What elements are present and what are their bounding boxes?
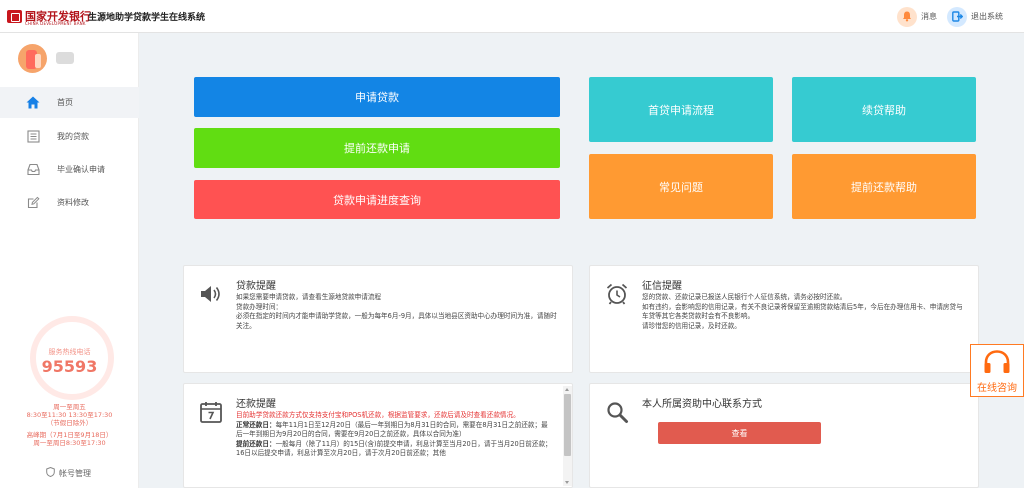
speaker-icon <box>199 282 223 306</box>
card-badge-icon <box>56 52 74 64</box>
logout-icon <box>947 6 967 27</box>
system-title: 生源地助学贷款学生在线系统 <box>88 13 206 23</box>
scrollbar-thumb[interactable] <box>564 394 571 456</box>
sidebar: 首页 我的贷款 毕业确认申请 资料修改 服务热线电话 95593 周一至周五 8… <box>0 33 139 488</box>
account-management-link[interactable]: 帐号管理 <box>46 466 91 479</box>
card-text: 必须在指定的时间内才能申请助学贷款，一般为每年6月-9月，具体以当地县区资助中心… <box>236 312 557 330</box>
account-management-label: 帐号管理 <box>59 468 91 478</box>
scroll-up-icon[interactable] <box>565 388 569 391</box>
sidebar-item-graduation-confirm[interactable]: 毕业确认申请 <box>0 154 139 185</box>
faq-button[interactable]: 常见问题 <box>589 154 773 219</box>
message-label: 消息 <box>921 12 937 21</box>
inbox-icon <box>25 162 41 178</box>
repayment-notice: 目前助学贷款还款方式仅支持支付宝和POS机还款，根据监管要求，还款后请及时查看还… <box>236 411 520 419</box>
headset-icon <box>982 349 1012 377</box>
search-icon <box>605 400 629 424</box>
first-loan-flow-button[interactable]: 首贷申请流程 <box>589 77 773 142</box>
card-text: 请珍惜您的信用记录，及时还款。 <box>642 321 741 330</box>
scroll-down-icon[interactable] <box>565 481 569 484</box>
hotline-number: 95593 <box>41 357 98 376</box>
sidebar-item-label: 我的贷款 <box>57 132 89 141</box>
edit-icon <box>25 195 41 211</box>
card-title: 本人所属资助中心联系方式 <box>642 399 762 410</box>
card-body: 您的贷款、还款记录已报送人民银行个人征信系统，请务必按时还款。 如有违约，会影响… <box>642 293 964 331</box>
card-body: 如果您需要申请贷款，请查看生源地贷款申请流程 贷款办理时间： 必须在指定的时间内… <box>236 293 558 331</box>
prepay-apply-button[interactable]: 提前还款申请 <box>194 128 560 168</box>
sidebar-item-profile-edit[interactable]: 资料修改 <box>0 187 139 218</box>
home-icon <box>25 95 41 111</box>
logout-label: 退出系统 <box>971 12 1003 21</box>
top-header: 国家开发银行 CHINA DEVELOPMENT BANK 生源地助学贷款学生在… <box>0 0 1024 33</box>
sidebar-item-label: 资料修改 <box>57 198 89 207</box>
service-hours-line: 周一至周日8:30至17:30 <box>33 439 106 447</box>
early-repay-label: 提前还款日： <box>236 439 276 448</box>
alarm-clock-icon <box>605 282 629 306</box>
loan-progress-query-button[interactable]: 贷款申请进度查询 <box>194 180 560 219</box>
hotline-label: 服务热线电话 <box>48 348 91 356</box>
logout-button[interactable]: 退出系统 <box>947 6 1003 27</box>
view-contact-button[interactable]: 查看 <box>658 422 821 444</box>
bell-icon <box>897 6 917 27</box>
document-list-icon <box>25 129 41 145</box>
service-hours-line: （节假日除外） <box>46 419 93 427</box>
card-text: 如果您需要申请贷款，请查看生源地贷款申请流程 <box>236 293 382 301</box>
apply-loan-button[interactable]: 申请贷款 <box>194 77 560 117</box>
online-consult-label: 在线咨询 <box>977 383 1017 394</box>
message-button[interactable]: 消息 <box>897 6 937 27</box>
regular-repay-label: 正常还款日： <box>236 420 276 429</box>
card-text: 贷款办理时间： <box>236 302 283 311</box>
card-title: 征信提醒 <box>642 281 682 292</box>
sidebar-item-label: 毕业确认申请 <box>57 165 105 174</box>
prepay-help-button[interactable]: 提前还款帮助 <box>792 154 976 219</box>
calendar-icon <box>199 400 223 424</box>
repayment-reminder-card: 还款提醒 目前助学贷款还款方式仅支持支付宝和POS机还款，根据监管要求，还款后请… <box>183 383 573 488</box>
sidebar-item-home[interactable]: 首页 <box>0 87 139 118</box>
repayment-card-scrollbar[interactable] <box>563 386 572 486</box>
regular-repay-text: 每年11月1日至12月20日（最后一年到期日为8月31日的合同，需要在8月31日… <box>236 420 548 439</box>
card-title: 贷款提醒 <box>236 281 276 292</box>
early-repay-text: 一般每月（除了11月）的15日(含)前提交申请，利息计算至当月20日，请于当月2… <box>236 439 552 458</box>
online-consult-button[interactable]: 在线咨询 <box>970 344 1024 397</box>
card-text: 您的贷款、还款记录已报送人民银行个人征信系统，请务必按时还款。 <box>642 293 847 301</box>
aid-center-contact-card: 本人所属资助中心联系方式 查看 <box>589 383 979 488</box>
renew-loan-help-button[interactable]: 续贷帮助 <box>792 77 976 142</box>
card-body: 目前助学贷款还款方式仅支持支付宝和POS机还款，根据监管要求，还款后请及时查看还… <box>236 411 552 459</box>
avatar[interactable] <box>18 44 47 73</box>
card-text: 如有违约，会影响您的信用记录，有关不良记录将保留至逾期贷款结清后5年，今后在办理… <box>642 302 963 321</box>
bank-name-en: CHINA DEVELOPMENT BANK <box>25 21 86 26</box>
sidebar-item-my-loans[interactable]: 我的贷款 <box>0 121 139 152</box>
shield-icon <box>46 466 55 479</box>
loan-reminder-card: 贷款提醒 如果您需要申请贷款，请查看生源地贷款申请流程 贷款办理时间： 必须在指… <box>183 265 573 373</box>
card-title: 还款提醒 <box>236 399 276 410</box>
credit-reminder-card: 征信提醒 您的贷款、还款记录已报送人民银行个人征信系统，请务必按时还款。 如有违… <box>589 265 979 373</box>
bank-logo-icon <box>7 10 22 23</box>
sidebar-item-label: 首页 <box>57 98 73 107</box>
